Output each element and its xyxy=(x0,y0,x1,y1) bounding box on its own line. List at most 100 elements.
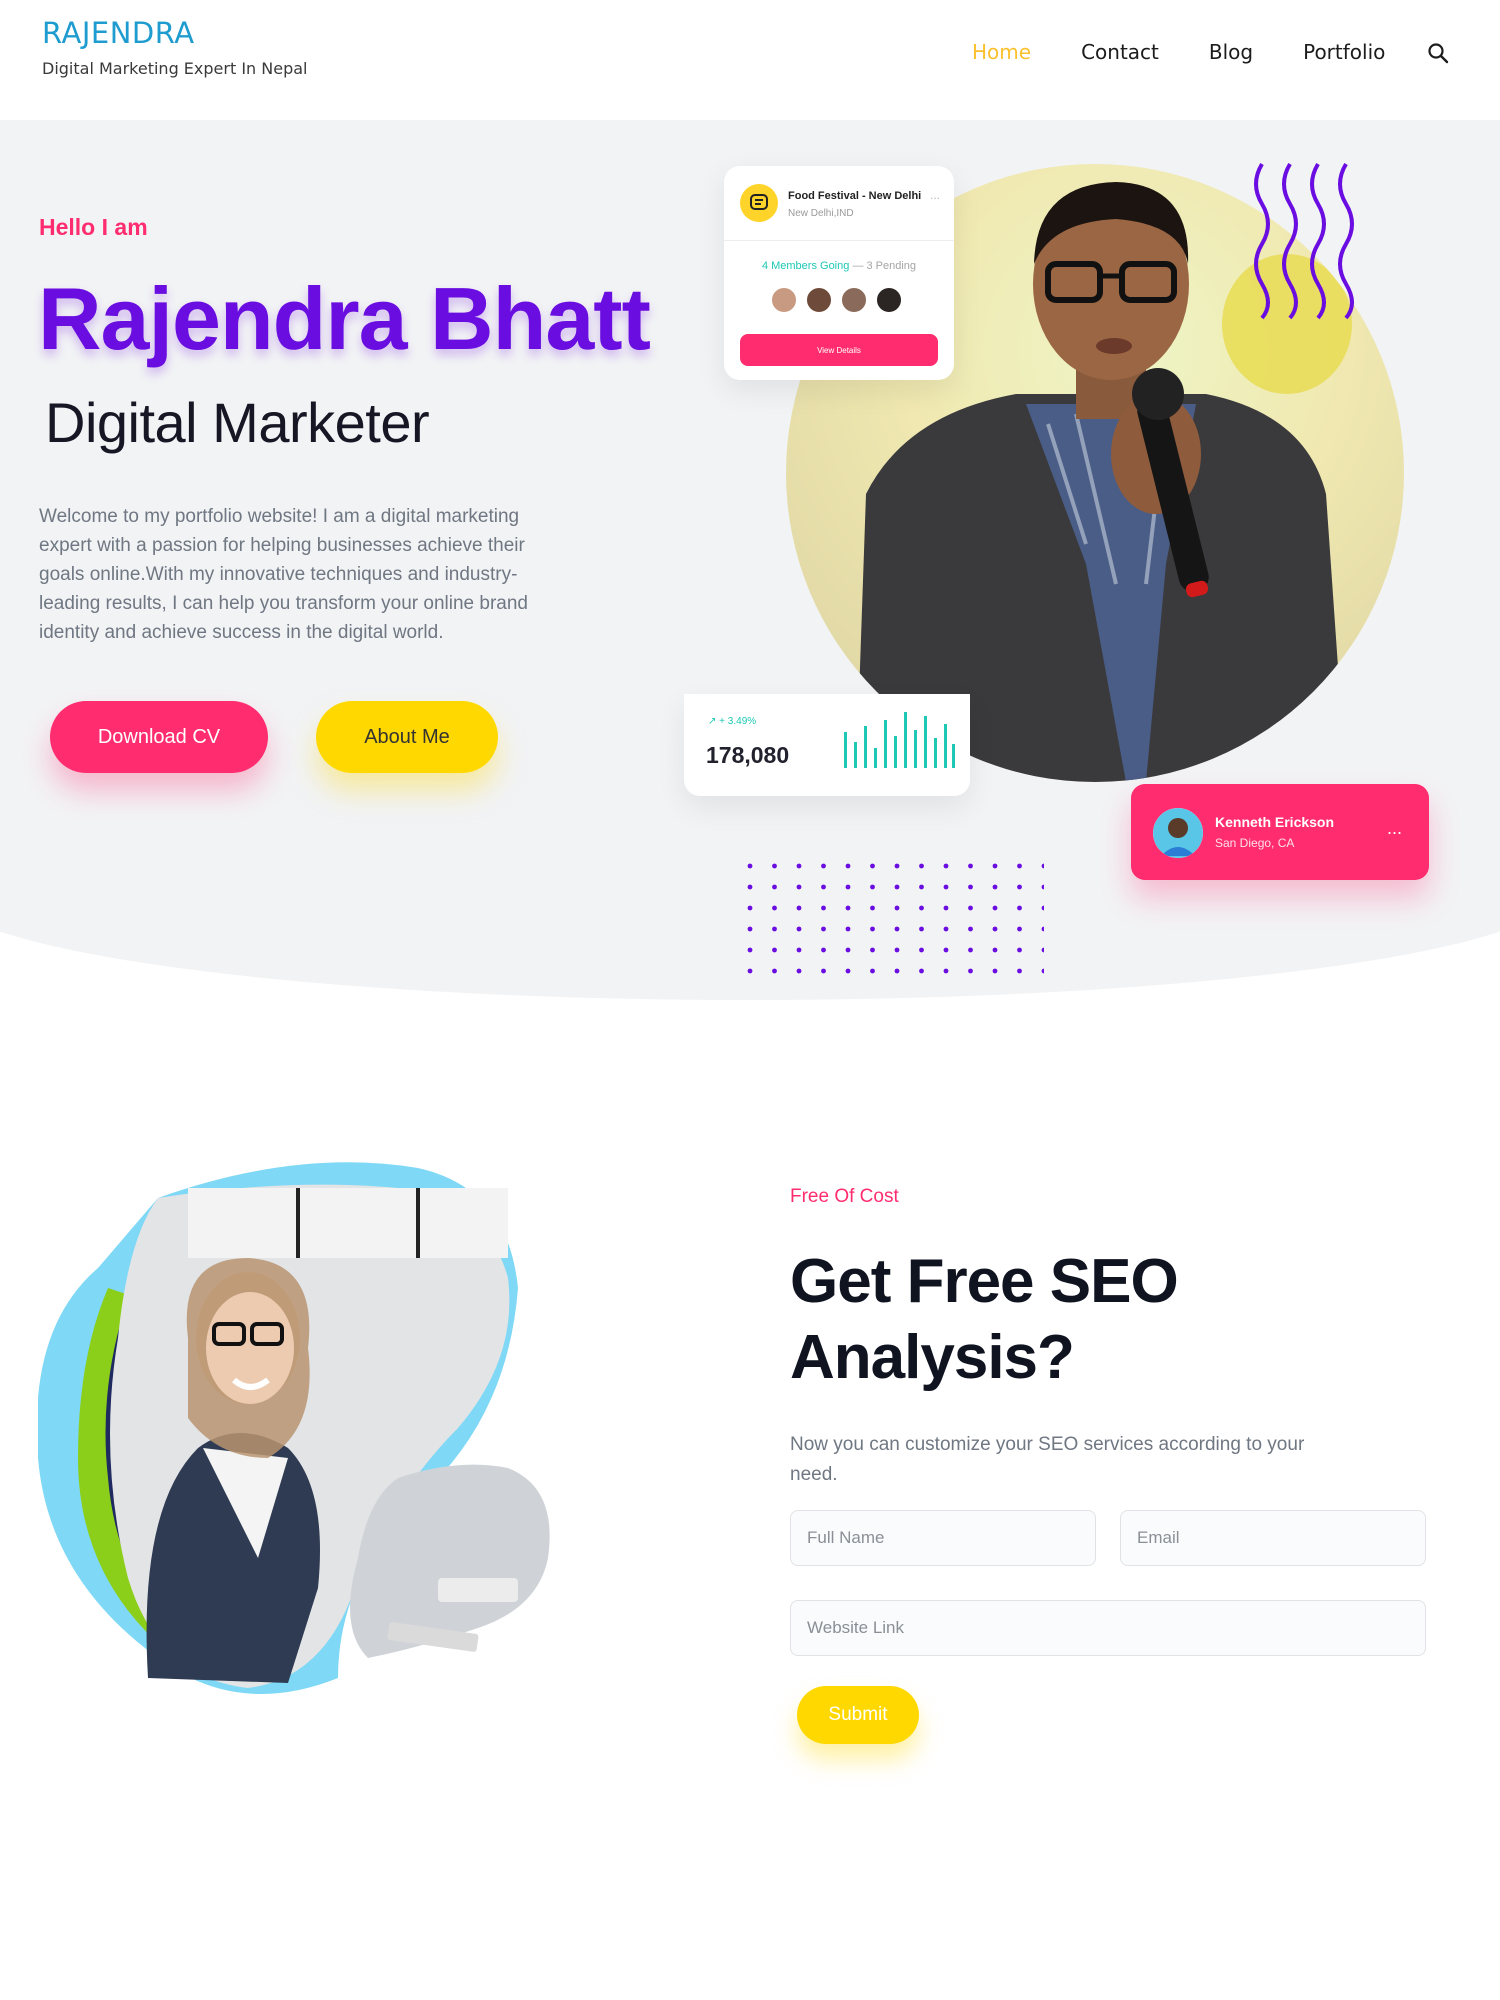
grid-dot xyxy=(796,926,802,932)
grid-dot xyxy=(1041,947,1044,953)
grid-dot xyxy=(894,863,900,869)
profile-location: San Diego, CA xyxy=(1215,836,1295,850)
grid-dot xyxy=(870,863,875,869)
brand[interactable]: RAJENDRA Digital Marketing Expert In Nep… xyxy=(42,16,307,78)
more-icon[interactable]: ... xyxy=(1387,818,1402,839)
grid-dot xyxy=(747,905,753,911)
search-icon[interactable] xyxy=(1426,41,1452,67)
full-name-field[interactable] xyxy=(790,1510,1096,1566)
hero-section: Hello I am Rajendra Bhatt Digital Market… xyxy=(0,120,1500,1000)
grid-dot xyxy=(870,926,875,932)
grid-dot xyxy=(1017,926,1022,932)
grid-dot xyxy=(992,863,998,869)
grid-dot xyxy=(919,884,924,890)
chat-icon xyxy=(740,184,778,222)
submit-button[interactable]: Submit xyxy=(797,1686,919,1744)
section-description: Now you can customize your SEO services … xyxy=(790,1434,1305,1485)
squiggle-decoration xyxy=(1254,162,1354,320)
grid-dot xyxy=(747,884,753,890)
grid-dot xyxy=(845,863,851,869)
grid-dot xyxy=(747,947,753,953)
grid-dot xyxy=(919,968,924,974)
nav-home[interactable]: Home xyxy=(972,40,1031,64)
grid-dot xyxy=(919,947,924,953)
grid-dot xyxy=(992,968,998,974)
grid-dot xyxy=(1017,947,1022,953)
grid-dot xyxy=(894,968,900,974)
event-card: Food Festival - New Delhi New Delhi,IND … xyxy=(724,166,954,380)
website-link-field[interactable] xyxy=(790,1600,1426,1656)
grid-dot xyxy=(796,947,802,953)
grid-dot xyxy=(796,884,802,890)
grid-dot xyxy=(870,884,875,890)
arrow-up-right-icon: ↗ xyxy=(708,716,717,727)
grid-dot xyxy=(870,905,875,911)
hero-description: Welcome to my portfolio website! I am a … xyxy=(39,506,528,643)
brand-tagline: Digital Marketing Expert In Nepal xyxy=(42,59,308,78)
avatar xyxy=(1153,808,1203,858)
nav-contact[interactable]: Contact xyxy=(1081,40,1159,64)
grid-dot xyxy=(919,863,924,869)
hero-greeting: Hello I am xyxy=(39,214,148,240)
grid-dot xyxy=(845,926,851,932)
grid-dot xyxy=(870,968,875,974)
grid-dot xyxy=(747,926,753,932)
grid-dot xyxy=(796,863,802,869)
members-pending: — 3 Pending xyxy=(852,260,917,272)
grid-dot xyxy=(943,905,949,911)
grid-dot xyxy=(992,947,998,953)
avatar xyxy=(840,286,868,314)
grid-dot xyxy=(968,947,973,953)
event-title: Food Festival - New Delhi xyxy=(788,190,922,202)
nav-portfolio[interactable]: Portfolio xyxy=(1303,40,1385,64)
grid-dot xyxy=(943,863,949,869)
attendee-avatars xyxy=(770,286,910,314)
grid-dot xyxy=(1017,884,1022,890)
profile-card: Kenneth Erickson San Diego, CA ... xyxy=(1131,784,1429,880)
grid-dot xyxy=(845,884,851,890)
grid-dot xyxy=(943,947,949,953)
about-me-button[interactable]: About Me xyxy=(316,701,498,773)
grid-dot xyxy=(968,926,973,932)
grid-dot xyxy=(772,947,777,953)
grid-dot xyxy=(821,863,826,869)
stat-card: ↗ + 3.49% 178,080 xyxy=(684,694,970,796)
grid-dot xyxy=(968,884,973,890)
grid-dot xyxy=(943,926,949,932)
grid-dot xyxy=(796,968,802,974)
avatar xyxy=(875,286,903,314)
grid-dot xyxy=(845,947,851,953)
grid-dot xyxy=(1041,905,1044,911)
brand-name[interactable]: RAJENDRA xyxy=(42,16,307,50)
grid-dot xyxy=(919,905,924,911)
email-field[interactable] xyxy=(1120,1510,1426,1566)
grid-dot xyxy=(968,863,973,869)
grid-dot xyxy=(1017,905,1022,911)
hero-role: Digital Marketer xyxy=(45,391,430,454)
grid-dot xyxy=(1017,968,1022,974)
download-cv-button[interactable]: Download CV xyxy=(50,701,268,773)
more-icon[interactable]: ... xyxy=(930,188,940,202)
grid-dot xyxy=(821,884,826,890)
section-title: Get Free SEO Analysis? xyxy=(790,1247,1179,1392)
grid-dot xyxy=(992,884,998,890)
grid-dot xyxy=(821,968,826,974)
divider xyxy=(724,240,954,241)
grid-dot xyxy=(845,968,851,974)
members-going: 4 Members Going xyxy=(761,260,850,272)
grid-dot xyxy=(796,905,802,911)
grid-dot xyxy=(968,905,973,911)
nav-blog[interactable]: Blog xyxy=(1209,40,1253,64)
grid-dot xyxy=(772,863,777,869)
avatar xyxy=(770,286,798,314)
grid-dot xyxy=(845,905,851,911)
trend-up-indicator: ↗ + 3.49% xyxy=(708,716,756,727)
view-details-button[interactable]: View Details xyxy=(740,334,938,366)
grid-dot xyxy=(1041,968,1044,974)
dot-grid-decoration xyxy=(747,863,1044,974)
grid-dot xyxy=(747,863,753,869)
grid-dot xyxy=(772,905,777,911)
grid-dot xyxy=(747,968,753,974)
profile-name: Kenneth Erickson xyxy=(1215,814,1335,830)
grid-dot xyxy=(821,905,826,911)
